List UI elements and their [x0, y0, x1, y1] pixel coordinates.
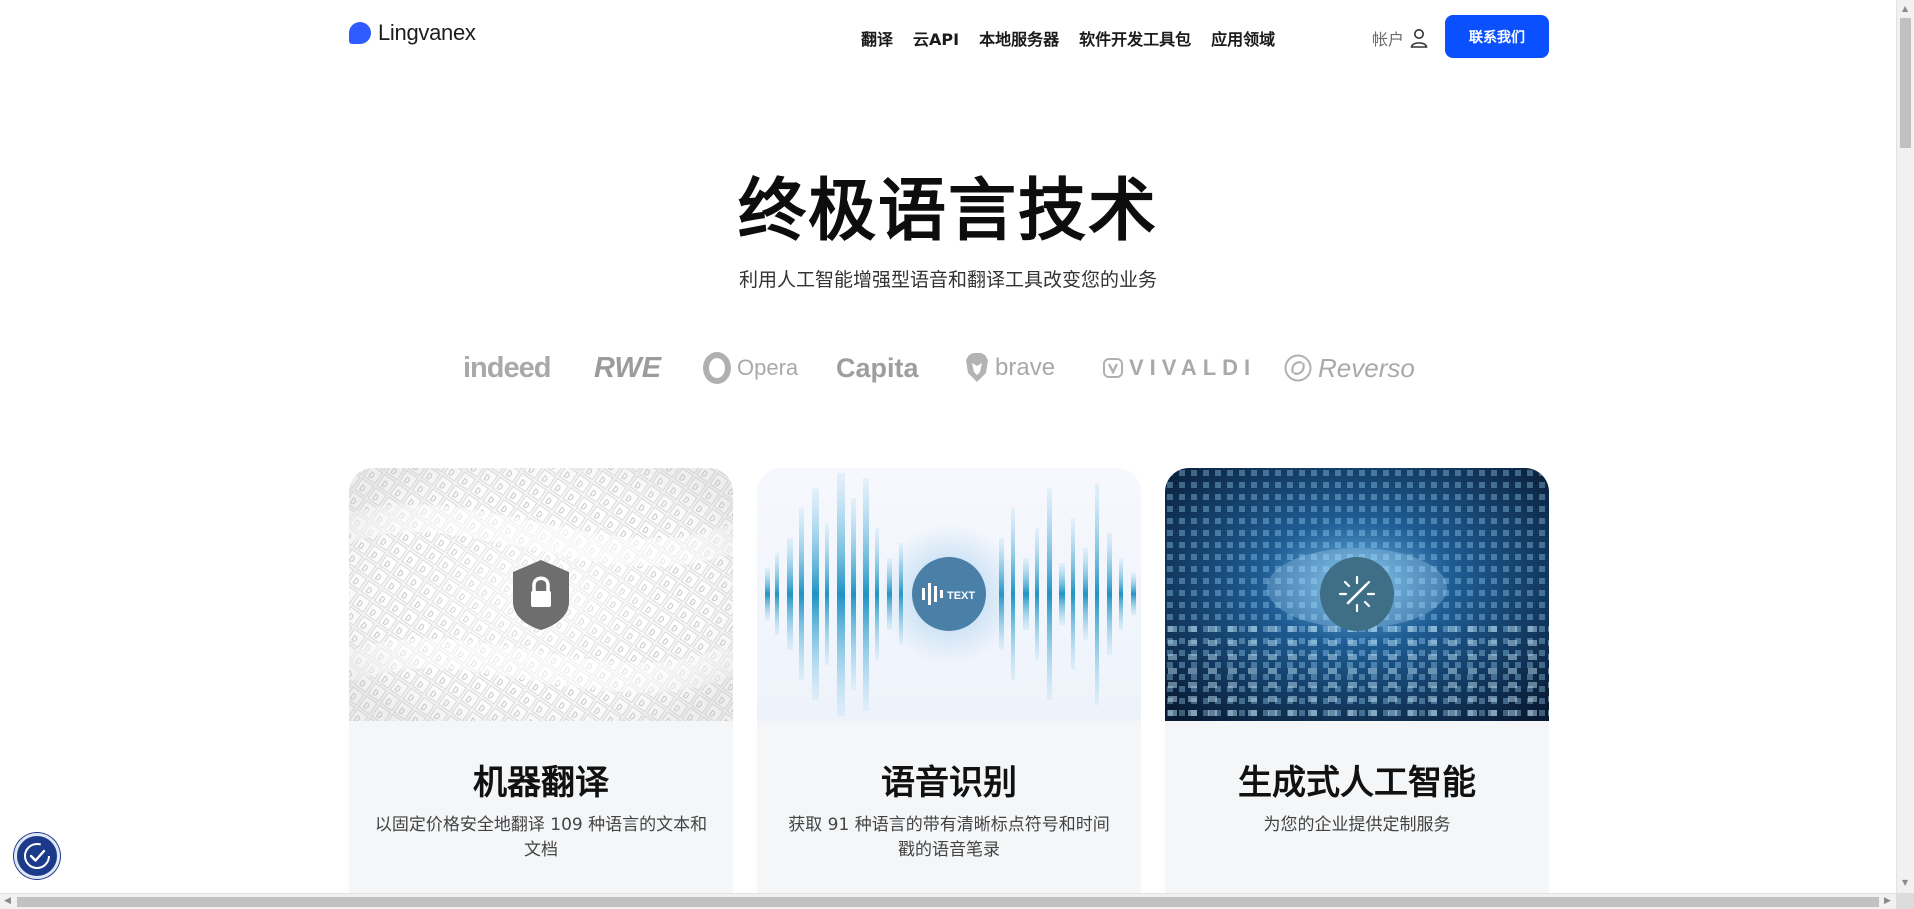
contact-us-button[interactable]: 联系我们: [1445, 15, 1549, 58]
nav-item-cloud-api[interactable]: 云API: [913, 26, 959, 50]
client-logo-indeed: indeed: [463, 351, 551, 384]
page: Lingvanex 翻译 云API 本地服务器 软件开发工具包 应用领域 帐户 …: [0, 0, 1896, 893]
scroll-right-arrow-icon[interactable]: ▶: [1884, 896, 1891, 906]
scroll-left-arrow-icon[interactable]: ◀: [4, 896, 11, 906]
nav-item-sdk[interactable]: 软件开发工具包: [1079, 26, 1191, 50]
lock-shield-badge: [509, 558, 573, 632]
card-image-data-wave: D: [349, 468, 733, 721]
account-link[interactable]: 帐户: [1372, 26, 1428, 50]
logo[interactable]: Lingvanex: [349, 20, 476, 46]
client-logo-capita: Capita: [836, 352, 919, 383]
nav-item-translation[interactable]: 翻译: [861, 26, 893, 50]
hero-title: 终极语言技术: [737, 172, 1158, 251]
magic-wand-icon: [1338, 575, 1376, 613]
vertical-scroll-thumb[interactable]: [1900, 18, 1911, 148]
nav-item-on-premise[interactable]: 本地服务器: [979, 26, 1059, 50]
brave-lion-icon: [966, 353, 988, 382]
card-title: 生成式人工智能: [1238, 763, 1476, 803]
sound-wave-icon: TEXT: [922, 583, 975, 605]
card-title: 语音识别: [881, 763, 1017, 803]
logo-text: Lingvanex: [378, 20, 476, 45]
generative-ai-badge: [1320, 557, 1394, 631]
card-image-sound-wave: TEXT: [757, 468, 1141, 721]
main-nav: 翻译 云API 本地服务器 软件开发工具包 应用领域: [861, 26, 1275, 50]
site-header: Lingvanex 翻译 云API 本地服务器 软件开发工具包 应用领域 帐户 …: [349, 14, 1550, 60]
scroll-up-arrow-icon[interactable]: ▲: [1902, 4, 1908, 13]
user-icon: [1410, 28, 1428, 48]
client-logo-vivaldi: VIVALDI: [1103, 348, 1256, 388]
card-description: 以固定价格安全地翻译 109 种语言的文本和文档: [374, 815, 708, 860]
nav-item-use-cases[interactable]: 应用领域: [1211, 26, 1275, 50]
hero-subtitle: 利用人工智能增强型语音和翻译工具改变您的业务: [738, 269, 1157, 291]
card-description: 为您的企业提供定制服务: [1263, 815, 1451, 835]
accessibility-icon: [24, 843, 50, 869]
lock-icon: [513, 560, 569, 630]
vertical-scrollbar[interactable]: ▲ ▼: [1896, 0, 1914, 893]
client-logo-rwe: RWE: [594, 351, 662, 384]
reverso-icon: [1284, 354, 1312, 382]
accessibility-button[interactable]: [14, 833, 60, 879]
account-label: 帐户: [1372, 30, 1405, 49]
logo-mark-icon: [349, 22, 371, 44]
client-logo-opera: Opera: [703, 348, 798, 388]
client-logo-brave: brave: [965, 348, 1055, 388]
feature-card-speech-recognition[interactable]: TEXT 语音识别 获取 91 种语言的带有清晰标点符号和时间戳的语音笔录: [757, 468, 1141, 893]
feature-card-machine-translation[interactable]: D: [349, 468, 733, 893]
opera-icon: [703, 352, 731, 384]
card-description: 获取 91 种语言的带有清晰标点符号和时间戳的语音笔录: [788, 815, 1110, 860]
card-image-data-particles: [1165, 468, 1549, 721]
client-logo-reverso: Reverso: [1284, 348, 1415, 388]
card-title: 机器翻译: [473, 763, 609, 803]
svg-text:TEXT: TEXT: [947, 590, 975, 602]
speech-to-text-badge: TEXT: [912, 557, 986, 631]
horizontal-scroll-thumb[interactable]: [17, 897, 1879, 907]
vivaldi-icon: [1103, 358, 1123, 378]
scrollbar-corner: [1896, 893, 1914, 909]
scroll-down-arrow-icon[interactable]: ▼: [1902, 878, 1908, 887]
horizontal-scrollbar[interactable]: ◀ ▶: [0, 893, 1896, 909]
feature-card-generative-ai[interactable]: 生成式人工智能 为您的企业提供定制服务: [1165, 468, 1549, 893]
